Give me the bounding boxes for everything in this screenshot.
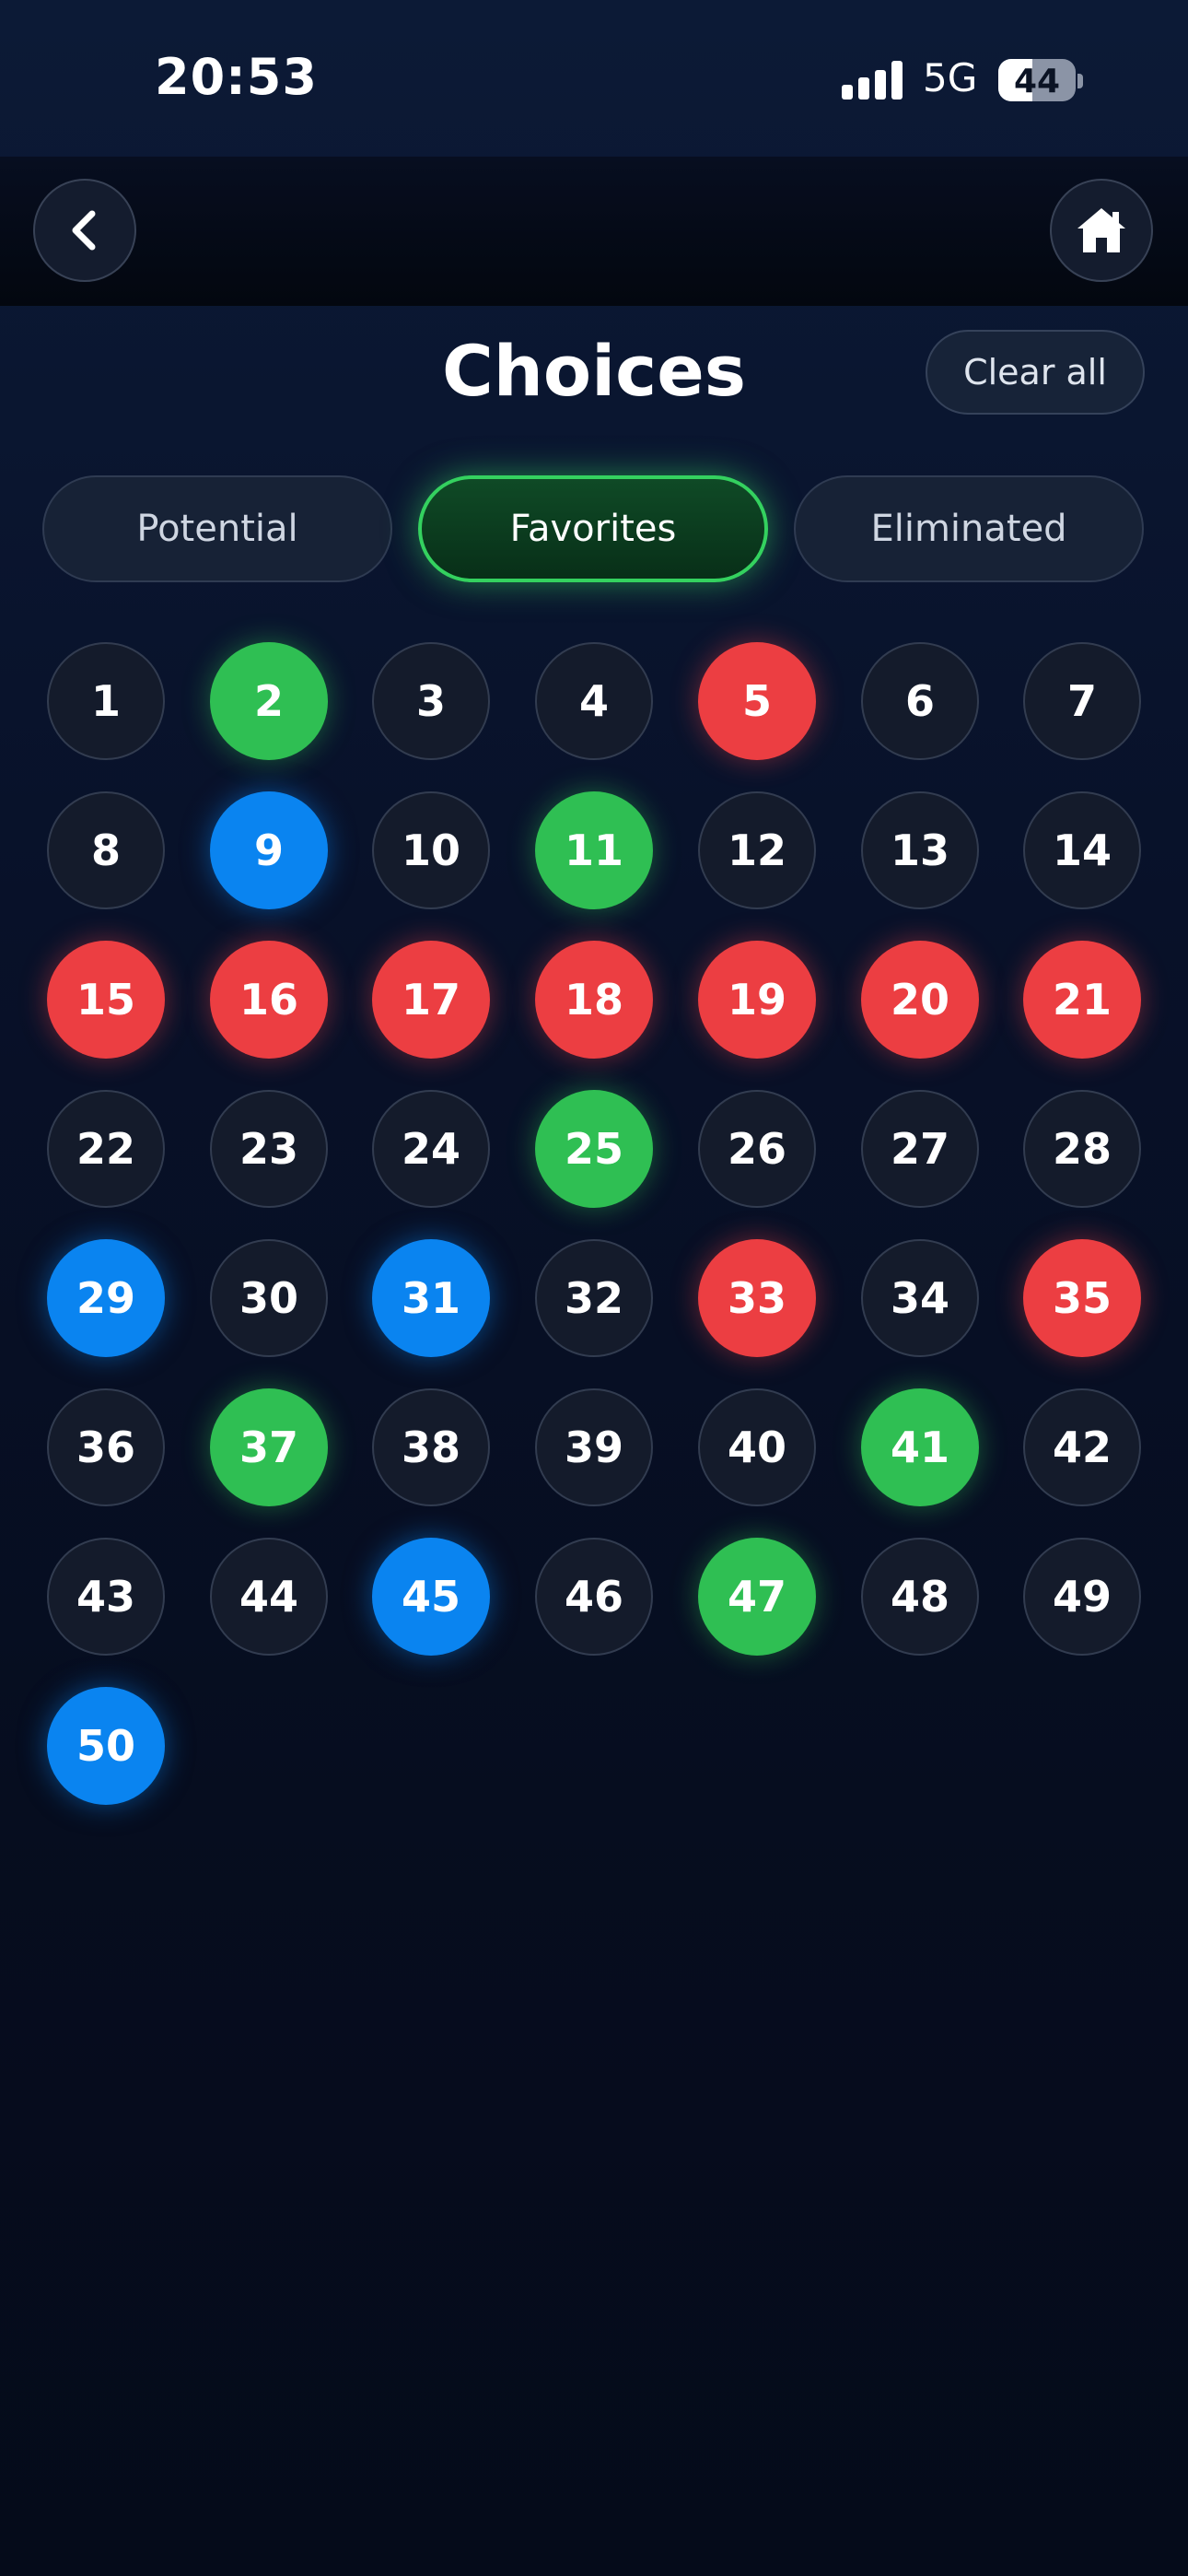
number-ball-50[interactable]: 50 bbox=[47, 1687, 165, 1805]
number-ball-11[interactable]: 11 bbox=[535, 791, 653, 909]
number-ball-25[interactable]: 25 bbox=[535, 1090, 653, 1208]
number-ball-32[interactable]: 32 bbox=[535, 1239, 653, 1357]
chevron-left-icon bbox=[72, 210, 96, 251]
number-ball-6[interactable]: 6 bbox=[861, 642, 979, 760]
number-ball-14[interactable]: 14 bbox=[1023, 791, 1141, 909]
home-button[interactable] bbox=[1050, 179, 1153, 282]
signal-bar bbox=[858, 77, 869, 100]
number-ball-29[interactable]: 29 bbox=[47, 1239, 165, 1357]
number-ball-18[interactable]: 18 bbox=[535, 941, 653, 1059]
number-ball-48[interactable]: 48 bbox=[861, 1538, 979, 1656]
number-ball-35[interactable]: 35 bbox=[1023, 1239, 1141, 1357]
number-ball-17[interactable]: 17 bbox=[372, 941, 490, 1059]
number-ball-31[interactable]: 31 bbox=[372, 1239, 490, 1357]
number-ball-37[interactable]: 37 bbox=[210, 1388, 328, 1506]
number-ball-23[interactable]: 23 bbox=[210, 1090, 328, 1208]
number-ball-8[interactable]: 8 bbox=[47, 791, 165, 909]
number-ball-20[interactable]: 20 bbox=[861, 941, 979, 1059]
number-ball-12[interactable]: 12 bbox=[698, 791, 816, 909]
number-ball-28[interactable]: 28 bbox=[1023, 1090, 1141, 1208]
number-ball-9[interactable]: 9 bbox=[210, 791, 328, 909]
number-ball-41[interactable]: 41 bbox=[861, 1388, 979, 1506]
number-ball-40[interactable]: 40 bbox=[698, 1388, 816, 1506]
signal-bar bbox=[891, 61, 903, 100]
number-ball-44[interactable]: 44 bbox=[210, 1538, 328, 1656]
number-ball-5[interactable]: 5 bbox=[698, 642, 816, 760]
number-ball-3[interactable]: 3 bbox=[372, 642, 490, 760]
number-ball-33[interactable]: 33 bbox=[698, 1239, 816, 1357]
number-ball-26[interactable]: 26 bbox=[698, 1090, 816, 1208]
number-ball-34[interactable]: 34 bbox=[861, 1239, 979, 1357]
number-ball-49[interactable]: 49 bbox=[1023, 1538, 1141, 1656]
tab-favorites[interactable]: Favorites bbox=[418, 475, 768, 582]
number-ball-2[interactable]: 2 bbox=[210, 642, 328, 760]
clear-all-button[interactable]: Clear all bbox=[926, 330, 1145, 415]
number-ball-21[interactable]: 21 bbox=[1023, 941, 1141, 1059]
number-ball-19[interactable]: 19 bbox=[698, 941, 816, 1059]
network-type: 5G bbox=[923, 55, 978, 100]
status-bar: 20:53 5G 44 bbox=[0, 0, 1188, 157]
tab-eliminated[interactable]: Eliminated bbox=[794, 475, 1144, 582]
battery-cap bbox=[1077, 74, 1083, 88]
number-ball-15[interactable]: 15 bbox=[47, 941, 165, 1059]
signal-bar bbox=[875, 70, 886, 100]
battery-level: 44 bbox=[1013, 63, 1061, 100]
number-ball-39[interactable]: 39 bbox=[535, 1388, 653, 1506]
home-icon bbox=[1077, 208, 1125, 252]
status-time: 20:53 bbox=[155, 48, 318, 106]
number-ball-47[interactable]: 47 bbox=[698, 1538, 816, 1656]
number-ball-27[interactable]: 27 bbox=[861, 1090, 979, 1208]
back-button[interactable] bbox=[33, 179, 136, 282]
cellular-signal-icon bbox=[842, 61, 904, 100]
number-ball-30[interactable]: 30 bbox=[210, 1239, 328, 1357]
signal-bar bbox=[842, 85, 853, 100]
tab-potential[interactable]: Potential bbox=[42, 475, 392, 582]
number-ball-13[interactable]: 13 bbox=[861, 791, 979, 909]
number-ball-1[interactable]: 1 bbox=[47, 642, 165, 760]
number-ball-10[interactable]: 10 bbox=[372, 791, 490, 909]
number-ball-4[interactable]: 4 bbox=[535, 642, 653, 760]
number-ball-38[interactable]: 38 bbox=[372, 1388, 490, 1506]
number-ball-36[interactable]: 36 bbox=[47, 1388, 165, 1506]
number-ball-7[interactable]: 7 bbox=[1023, 642, 1141, 760]
number-ball-45[interactable]: 45 bbox=[372, 1538, 490, 1656]
number-ball-43[interactable]: 43 bbox=[47, 1538, 165, 1656]
number-ball-16[interactable]: 16 bbox=[210, 941, 328, 1059]
number-ball-22[interactable]: 22 bbox=[47, 1090, 165, 1208]
battery-icon: 44 bbox=[998, 59, 1076, 101]
number-ball-42[interactable]: 42 bbox=[1023, 1388, 1141, 1506]
number-ball-24[interactable]: 24 bbox=[372, 1090, 490, 1208]
number-ball-46[interactable]: 46 bbox=[535, 1538, 653, 1656]
nav-bar bbox=[0, 157, 1188, 306]
